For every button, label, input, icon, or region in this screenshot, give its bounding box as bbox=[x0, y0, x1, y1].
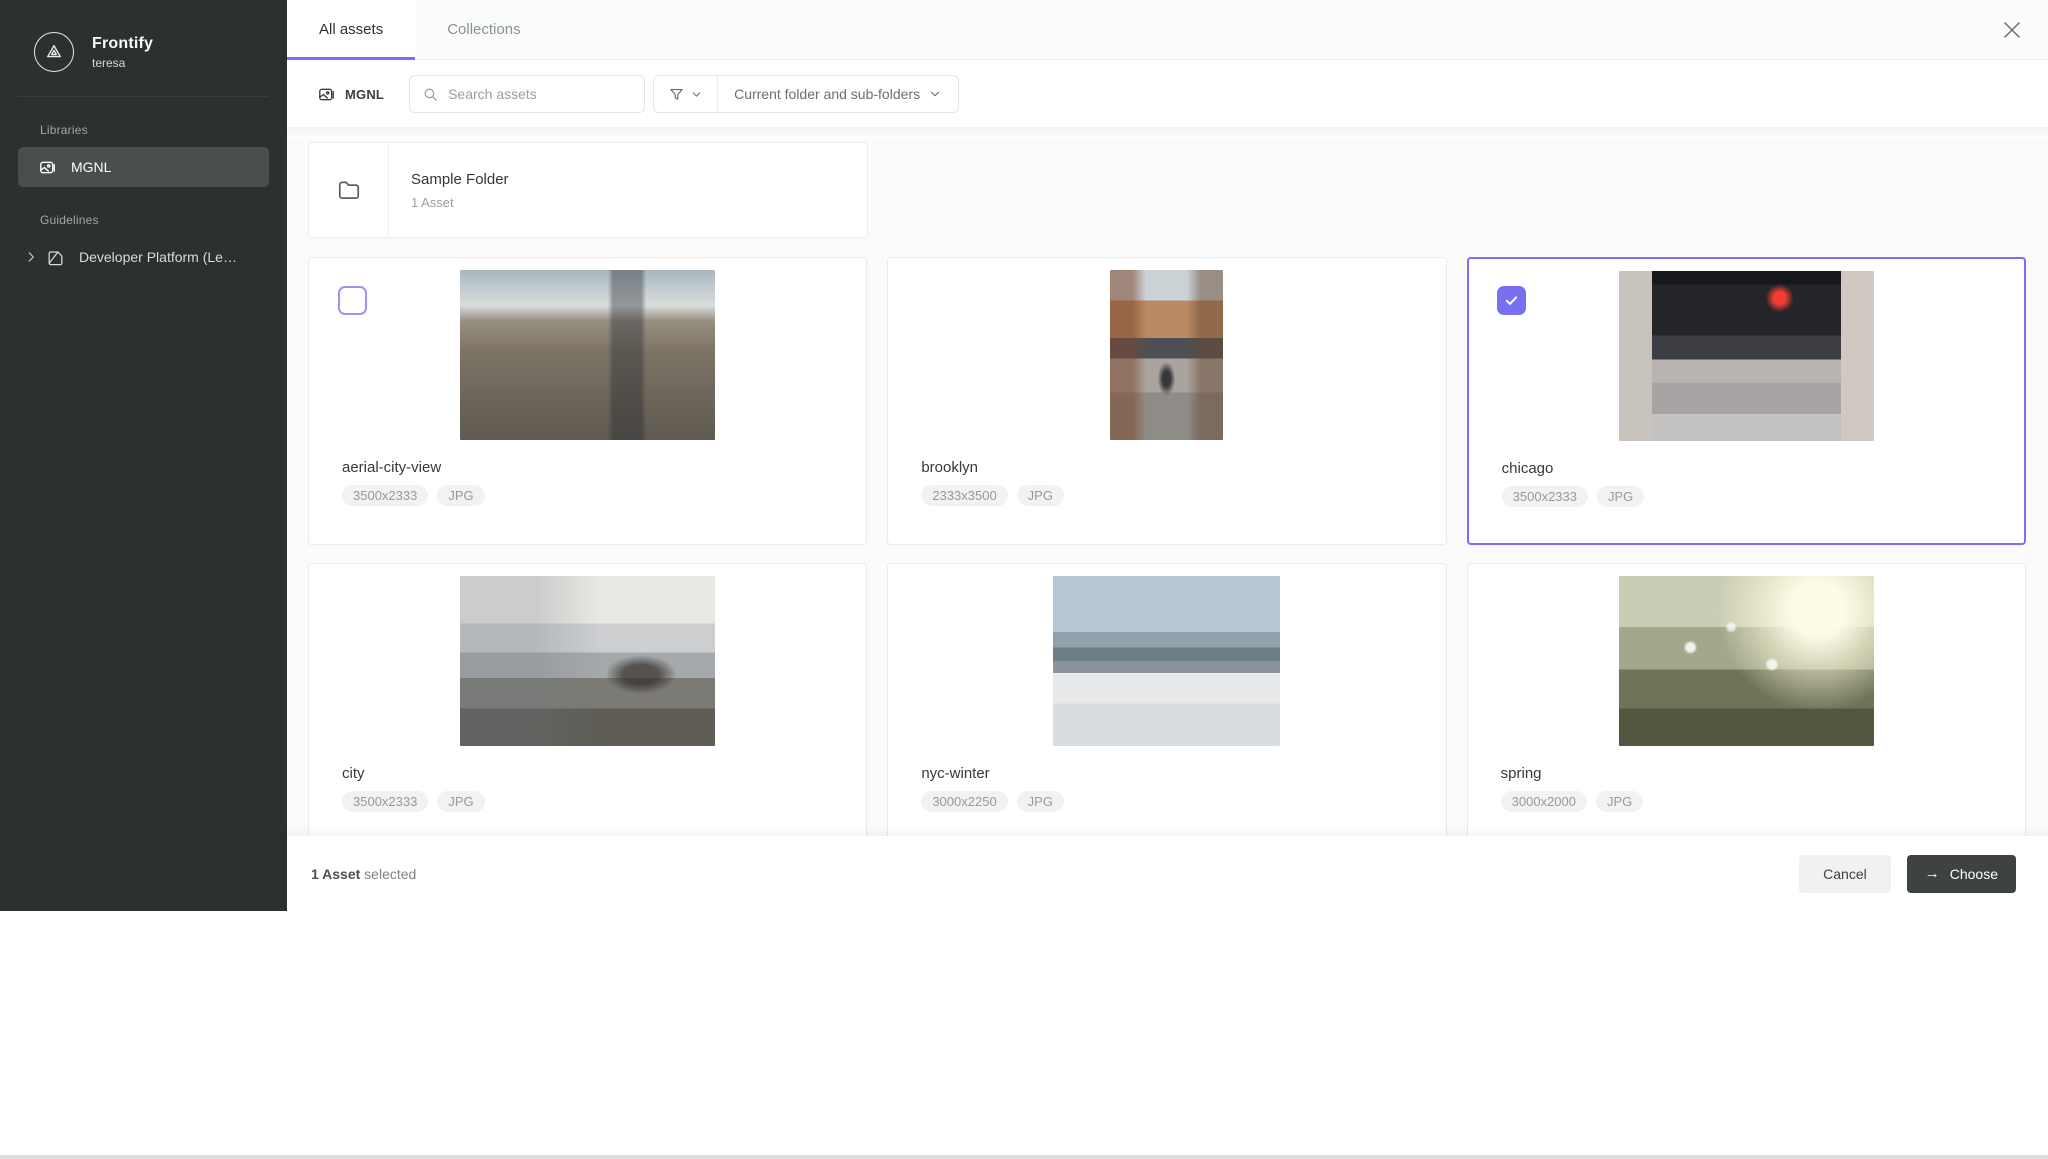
asset-checkbox[interactable] bbox=[338, 286, 367, 315]
close-icon[interactable] bbox=[1996, 14, 2028, 46]
folder-icon bbox=[336, 177, 362, 203]
sidebar-divider bbox=[18, 96, 269, 97]
asset-thumbnail bbox=[1619, 576, 1874, 746]
section-label-guidelines: Guidelines bbox=[40, 213, 287, 227]
funnel-icon bbox=[668, 86, 685, 103]
library-chip-label: MGNL bbox=[345, 87, 384, 102]
asset-card-spring[interactable]: spring 3000x2000 JPG bbox=[1467, 563, 2026, 836]
asset-card-chicago[interactable]: chicago 3500x2333 JPG bbox=[1467, 257, 2026, 545]
asset-dimensions-badge: 3000x2000 bbox=[1501, 791, 1587, 812]
asset-thumbnail bbox=[460, 270, 715, 440]
asset-card-brooklyn[interactable]: brooklyn 2333x3500 JPG bbox=[887, 257, 1446, 545]
asset-name: chicago bbox=[1502, 460, 2024, 477]
asset-format-badge: JPG bbox=[1596, 791, 1643, 812]
header-shadow bbox=[287, 127, 2048, 139]
asset-name: city bbox=[342, 765, 866, 782]
asset-dimensions-badge: 3500x2333 bbox=[342, 485, 428, 506]
asset-picker-dialog: Frontify teresa Libraries MGNL Guideline… bbox=[0, 0, 2048, 911]
asset-format-badge: JPG bbox=[437, 485, 484, 506]
sidebar-item-developer-platform[interactable]: Developer Platform (Le… bbox=[18, 237, 269, 277]
search-input[interactable] bbox=[448, 86, 618, 102]
asset-name: brooklyn bbox=[921, 459, 1445, 476]
tab-all-assets[interactable]: All assets bbox=[287, 0, 415, 59]
choose-button-label: Choose bbox=[1950, 866, 1998, 882]
toolbar: MGNL Current folder and sub-folders bbox=[287, 60, 2048, 128]
sidebar: Frontify teresa Libraries MGNL Guideline… bbox=[0, 0, 287, 911]
asset-dimensions-badge: 3500x2333 bbox=[342, 791, 428, 812]
choose-button[interactable]: → Choose bbox=[1907, 855, 2016, 893]
folder-card-sample-folder[interactable]: Sample Folder 1 Asset bbox=[308, 142, 868, 238]
asset-format-badge: JPG bbox=[1597, 486, 1644, 507]
chevron-down-icon bbox=[928, 87, 942, 101]
asset-thumbnail bbox=[1110, 270, 1223, 440]
folder-name: Sample Folder bbox=[411, 171, 509, 188]
brand-header: Frontify teresa bbox=[0, 0, 287, 72]
checkmark-icon bbox=[1504, 293, 1519, 308]
asset-card-aerial-city-view[interactable]: aerial-city-view 3500x2333 JPG bbox=[308, 257, 867, 545]
asset-dimensions-badge: 3500x2333 bbox=[1502, 486, 1588, 507]
tab-label: Collections bbox=[447, 21, 520, 38]
asset-thumbnail bbox=[460, 576, 715, 746]
filter-button[interactable] bbox=[654, 76, 718, 112]
folder-asset-count: 1 Asset bbox=[411, 195, 509, 210]
asset-checkbox[interactable] bbox=[1497, 286, 1526, 315]
search-input-box[interactable] bbox=[409, 75, 645, 113]
image-library-icon bbox=[317, 85, 336, 104]
image-library-icon bbox=[38, 158, 57, 177]
brand-name: Frontify bbox=[92, 35, 153, 53]
asset-format-badge: JPG bbox=[1017, 485, 1064, 506]
footer-bar: 1 Asset selected Cancel → Choose bbox=[287, 836, 2048, 911]
scope-dropdown-label: Current folder and sub-folders bbox=[734, 86, 920, 102]
selection-status: 1 Asset selected bbox=[311, 866, 416, 882]
asset-grid: aerial-city-view 3500x2333 JPG brooklyn … bbox=[308, 257, 2026, 836]
cancel-button[interactable]: Cancel bbox=[1799, 855, 1891, 893]
search-icon bbox=[422, 86, 439, 103]
arrow-right-icon: → bbox=[1925, 866, 1940, 881]
tab-bar: All assets Collections bbox=[287, 0, 2048, 60]
asset-name: spring bbox=[1501, 765, 2025, 782]
tab-label: All assets bbox=[319, 21, 383, 38]
brand-user: teresa bbox=[92, 56, 153, 70]
chevron-down-icon bbox=[690, 88, 703, 101]
asset-format-badge: JPG bbox=[437, 791, 484, 812]
sidebar-item-label: MGNL bbox=[71, 159, 111, 175]
asset-card-city[interactable]: city 3500x2333 JPG bbox=[308, 563, 867, 836]
asset-card-nyc-winter[interactable]: nyc-winter 3000x2250 JPG bbox=[887, 563, 1446, 836]
asset-thumbnail bbox=[1053, 576, 1280, 746]
sidebar-item-mgnl[interactable]: MGNL bbox=[18, 147, 269, 187]
asset-dimensions-badge: 2333x3500 bbox=[921, 485, 1007, 506]
asset-format-badge: JPG bbox=[1017, 791, 1064, 812]
section-label-libraries: Libraries bbox=[40, 123, 287, 137]
library-breadcrumb[interactable]: MGNL bbox=[317, 85, 384, 104]
chevron-right-icon[interactable] bbox=[24, 250, 38, 264]
asset-dimensions-badge: 3000x2250 bbox=[921, 791, 1007, 812]
filter-scope-group: Current folder and sub-folders bbox=[653, 75, 959, 113]
asset-name: nyc-winter bbox=[921, 765, 1445, 782]
tab-collections[interactable]: Collections bbox=[415, 0, 552, 59]
asset-browser-content: Sample Folder 1 Asset aerial-city-view 3… bbox=[287, 139, 2048, 836]
bottom-edge-strip bbox=[0, 1155, 2048, 1159]
frontify-logo-icon bbox=[34, 32, 74, 72]
page-background bbox=[0, 911, 2048, 1155]
main-panel: All assets Collections MGNL bbox=[287, 0, 2048, 911]
guideline-icon bbox=[46, 248, 65, 267]
folder-scope-dropdown[interactable]: Current folder and sub-folders bbox=[718, 86, 958, 102]
sidebar-item-label: Developer Platform (Le… bbox=[79, 249, 237, 265]
asset-thumbnail bbox=[1619, 271, 1874, 441]
asset-name: aerial-city-view bbox=[342, 459, 866, 476]
